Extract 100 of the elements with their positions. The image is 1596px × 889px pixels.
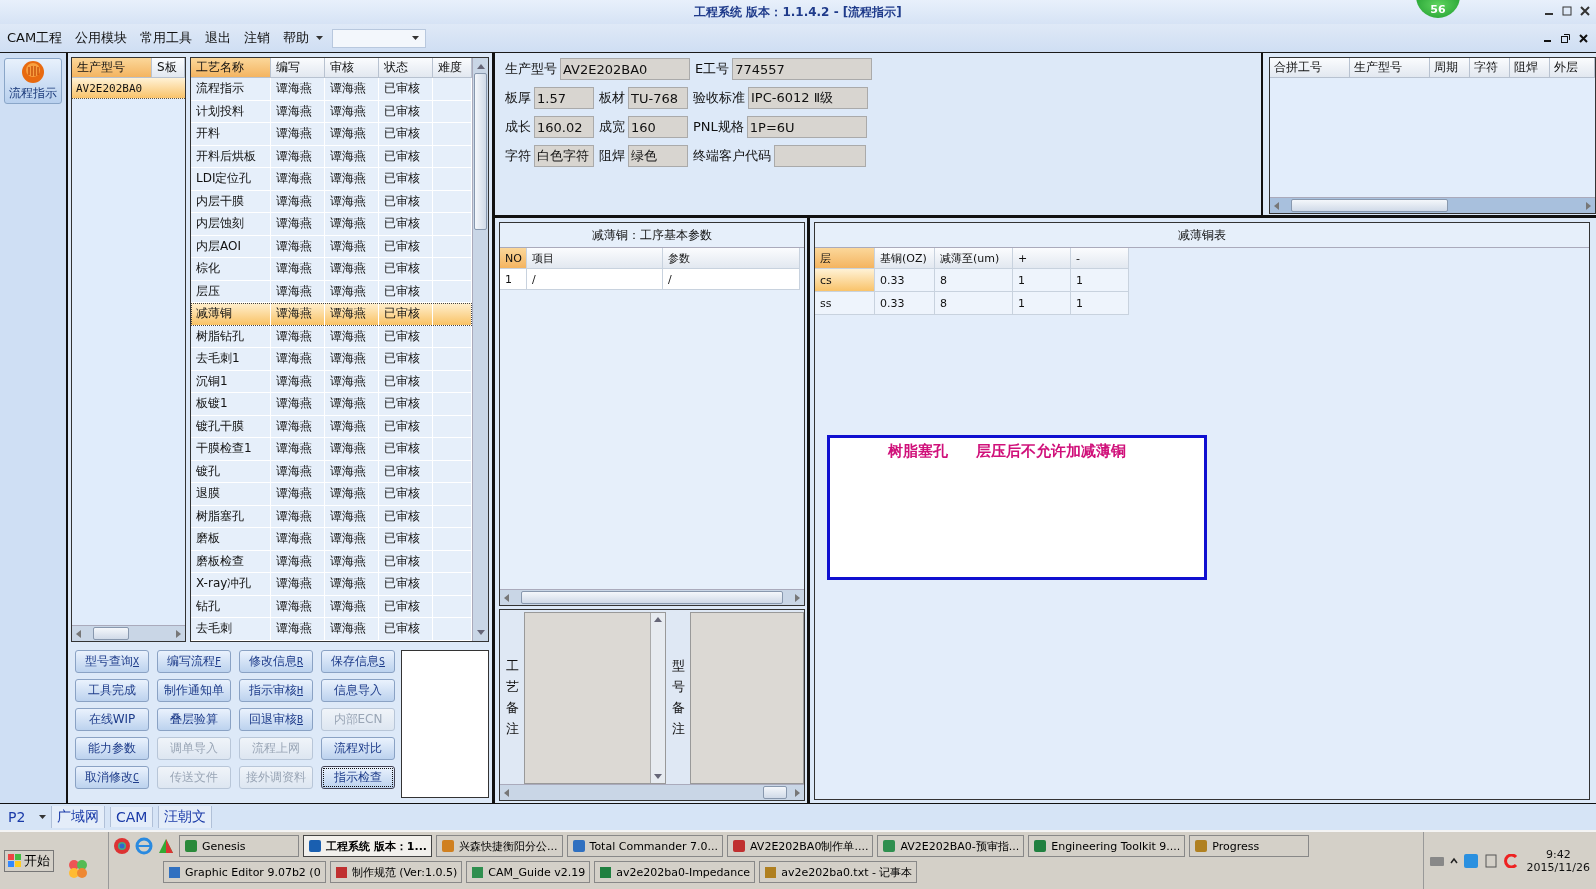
column-header[interactable]: 基铜(OZ) bbox=[875, 248, 935, 269]
action-button[interactable]: 能力参数 bbox=[75, 737, 149, 760]
page-selector[interactable]: P2 bbox=[8, 809, 34, 825]
column-header[interactable]: 参数 bbox=[663, 248, 800, 269]
menu-item[interactable]: 注销 bbox=[244, 29, 271, 47]
info-field[interactable]: IPC-6012 Ⅱ级 bbox=[748, 87, 868, 109]
tray-icon[interactable] bbox=[1464, 853, 1478, 868]
column-header[interactable]: S板 bbox=[152, 58, 185, 78]
scroll-right-icon[interactable] bbox=[793, 788, 801, 797]
action-button[interactable]: 修改信息R bbox=[239, 650, 313, 673]
tray-icon[interactable] bbox=[1484, 853, 1498, 868]
process-row[interactable]: 去毛刺 谭海燕 谭海燕 已审核 bbox=[191, 618, 472, 641]
scroll-left-icon[interactable] bbox=[1273, 201, 1281, 210]
process-row[interactable]: 磨板 谭海燕 谭海燕 已审核 bbox=[191, 528, 472, 551]
action-button[interactable]: 流程对比 bbox=[321, 737, 395, 760]
column-header[interactable]: 字符 bbox=[1470, 58, 1510, 78]
caret-icon[interactable] bbox=[39, 815, 46, 819]
taskbar-button[interactable]: Total Commander 7.0... bbox=[566, 835, 724, 857]
taskbar-button[interactable]: av2e202ba0-Impedance bbox=[594, 861, 756, 883]
app-icon[interactable] bbox=[157, 837, 175, 855]
menu-item[interactable]: CAM工程 bbox=[7, 29, 63, 47]
process-row[interactable]: 退膜 谭海燕 谭海燕 已审核 bbox=[191, 483, 472, 506]
caret-icon[interactable] bbox=[412, 36, 420, 40]
action-button[interactable]: 指示审核H bbox=[239, 679, 313, 702]
column-header[interactable]: + bbox=[1013, 248, 1071, 269]
status-tab[interactable]: 汪朝文 bbox=[158, 806, 213, 828]
process-row[interactable]: 干膜检查1 谭海燕 谭海燕 已审核 bbox=[191, 438, 472, 461]
process-row[interactable]: 树脂塞孔 谭海燕 谭海燕 已审核 bbox=[191, 505, 472, 528]
taskbar-button[interactable]: AV2E202BA0-预审指... bbox=[877, 835, 1025, 857]
column-header[interactable]: 审核 bbox=[325, 58, 379, 78]
scrollbar-thumb[interactable] bbox=[474, 73, 487, 230]
process-row[interactable]: 计划投料 谭海燕 谭海燕 已审核 bbox=[191, 100, 472, 123]
scrollbar-thumb[interactable] bbox=[521, 591, 783, 604]
process-row[interactable]: LDI定位孔 谭海燕 谭海燕 已审核 bbox=[191, 168, 472, 191]
model-row[interactable]: AV2E202BA0 bbox=[72, 78, 185, 99]
menu-item[interactable]: 退出 bbox=[205, 29, 232, 47]
info-field[interactable]: 绿色 bbox=[628, 145, 688, 167]
process-row[interactable]: 沉铜1 谭海燕 谭海燕 已审核 bbox=[191, 370, 472, 393]
column-header[interactable]: - bbox=[1071, 248, 1129, 269]
taskbar-button[interactable]: CAM_Guide v2.19 bbox=[466, 861, 591, 883]
browser-icon[interactable] bbox=[113, 837, 131, 855]
process-row[interactable]: 开料 谭海燕 谭海燕 已审核 bbox=[191, 123, 472, 146]
column-header[interactable]: 编写 bbox=[271, 58, 325, 78]
process-row[interactable]: 去毛刺1 谭海燕 谭海燕 已审核 bbox=[191, 348, 472, 371]
close-icon[interactable] bbox=[1579, 33, 1588, 43]
status-tab[interactable]: 广域网 bbox=[51, 806, 105, 828]
tray-icon[interactable] bbox=[1504, 853, 1518, 868]
scroll-down-icon[interactable] bbox=[653, 773, 663, 781]
action-button[interactable]: 叠层验算 bbox=[157, 708, 231, 731]
scroll-up-icon[interactable] bbox=[653, 615, 663, 623]
menu-item[interactable]: 帮助 bbox=[283, 29, 310, 47]
restore-icon[interactable] bbox=[1561, 33, 1570, 43]
action-button[interactable]: 制作通知单 bbox=[157, 679, 231, 702]
scrollbar-thumb[interactable] bbox=[1291, 199, 1448, 212]
maximize-icon[interactable] bbox=[1562, 6, 1572, 16]
table-cell[interactable]: ss bbox=[815, 292, 875, 315]
process-row[interactable]: 流程指示 谭海燕 谭海燕 已审核 bbox=[191, 78, 472, 101]
browser-icon[interactable] bbox=[135, 837, 153, 855]
scroll-left-icon[interactable] bbox=[503, 788, 511, 797]
taskbar-button[interactable]: AV2E202BA0制作单.... bbox=[727, 835, 874, 857]
info-field[interactable]: 160 bbox=[628, 116, 688, 138]
menu-item[interactable]: 公用模块 bbox=[75, 29, 128, 47]
info-field[interactable]: 774557 bbox=[732, 58, 873, 80]
column-header[interactable]: 合拼工号 bbox=[1270, 58, 1350, 78]
process-row[interactable]: 板镀1 谭海燕 谭海燕 已审核 bbox=[191, 393, 472, 416]
remark-field[interactable] bbox=[690, 612, 804, 784]
process-row[interactable]: 镀孔干膜 谭海燕 谭海燕 已审核 bbox=[191, 415, 472, 438]
info-field[interactable]: 1P=6U bbox=[746, 116, 867, 138]
table-cell[interactable]: cs bbox=[815, 269, 875, 292]
column-header[interactable]: 阻焊 bbox=[1510, 58, 1550, 78]
action-button[interactable]: 保存信息S bbox=[321, 650, 395, 673]
close-icon[interactable] bbox=[1580, 6, 1590, 16]
remark-field[interactable] bbox=[524, 612, 666, 784]
column-header[interactable]: 层 bbox=[815, 248, 875, 269]
process-row[interactable]: 减薄铜 谭海燕 谭海燕 已审核 bbox=[191, 303, 472, 326]
column-header[interactable]: 周期 bbox=[1430, 58, 1470, 78]
start-button[interactable]: 开始 bbox=[4, 849, 54, 872]
column-header[interactable]: 难度 bbox=[433, 58, 472, 78]
status-tab[interactable]: CAM bbox=[110, 807, 154, 827]
taskbar-button[interactable]: Progress bbox=[1189, 835, 1310, 857]
taskbar-button[interactable]: 工程系统 版本：1... bbox=[303, 835, 433, 857]
process-instruction-button[interactable]: 流程指示 bbox=[4, 58, 62, 104]
scroll-left-icon[interactable] bbox=[503, 593, 511, 602]
column-header[interactable]: 生产型号 bbox=[1350, 58, 1430, 78]
action-button[interactable]: 型号查询X bbox=[75, 650, 149, 673]
taskbar-button[interactable]: 制作规范 (Ver:1.0.5) bbox=[329, 861, 463, 883]
info-field[interactable]: 1.57 bbox=[534, 87, 594, 109]
action-button[interactable]: 取消修改C bbox=[75, 766, 149, 789]
process-row[interactable]: 树脂钻孔 谭海燕 谭海燕 已审核 bbox=[191, 325, 472, 348]
scrollbar-thumb[interactable] bbox=[93, 627, 129, 640]
column-header[interactable]: 项目 bbox=[527, 248, 663, 269]
column-header[interactable]: NO bbox=[500, 248, 527, 269]
process-row[interactable]: 磨板检查 谭海燕 谭海燕 已审核 bbox=[191, 550, 472, 573]
column-header[interactable]: 生产型号 bbox=[72, 58, 152, 78]
taskbar-button[interactable]: 兴森快捷衡阳分公... bbox=[436, 835, 563, 857]
process-row[interactable]: 内层干膜 谭海燕 谭海燕 已审核 bbox=[191, 190, 472, 213]
info-field[interactable]: 白色字符 bbox=[534, 145, 594, 167]
action-button[interactable]: 指示检查 bbox=[321, 766, 395, 789]
process-row[interactable]: X-ray冲孔 谭海燕 谭海燕 已审核 bbox=[191, 573, 472, 596]
column-header[interactable]: 外层 bbox=[1550, 58, 1595, 78]
